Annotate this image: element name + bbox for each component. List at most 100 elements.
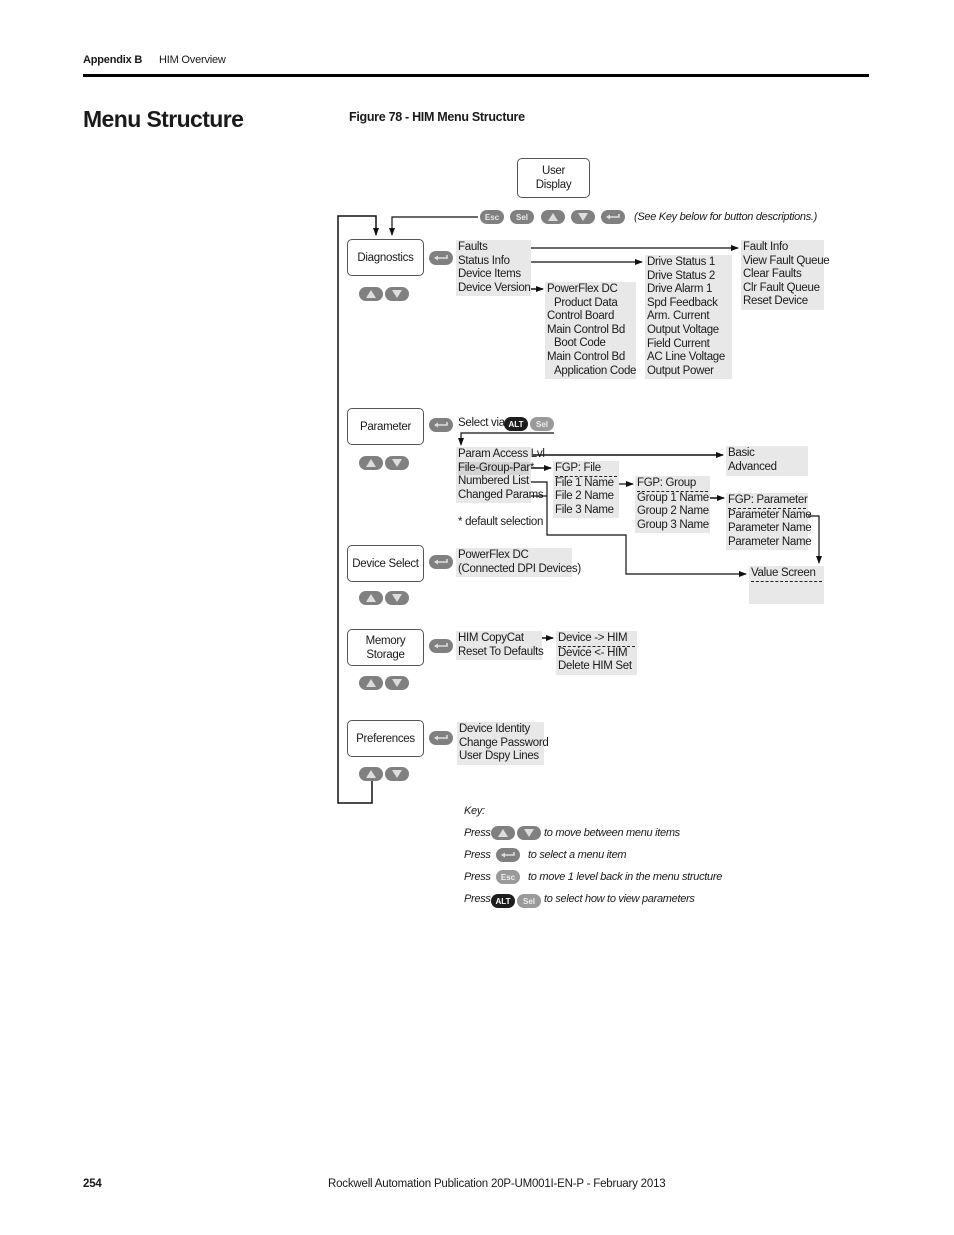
status-info-submenu: Drive Status 1 Drive Status 2 Drive Alar… (645, 255, 732, 380)
menu-item[interactable]: Param Access Lvl (458, 448, 545, 462)
menu-item[interactable]: Main Control Bd (547, 351, 634, 365)
menu-item[interactable]: Product Data (547, 297, 634, 311)
menu-item[interactable]: Device Version (458, 282, 531, 296)
menu-device-select[interactable]: Device Select (347, 545, 424, 582)
menu-item[interactable]: Group 3 Name (637, 519, 709, 533)
menu-item[interactable]: PowerFlex DC (458, 549, 570, 563)
parameter-up-button[interactable] (359, 456, 383, 470)
parameter-down-button[interactable] (385, 456, 409, 470)
key-down-button (517, 826, 541, 840)
diagnostics-up-button[interactable] (359, 287, 383, 301)
menu-item[interactable]: Output Voltage (647, 324, 730, 338)
menu-item[interactable]: Reset Device (743, 295, 822, 309)
esc-button[interactable]: Esc (480, 210, 504, 224)
menu-item[interactable]: Drive Alarm 1 (647, 283, 730, 297)
default-selection-note: * default selection (458, 516, 544, 528)
page-heading: Menu Structure (83, 106, 244, 132)
menu-item[interactable]: File-Group-Par* (458, 461, 534, 476)
menu-item[interactable]: Change Password (459, 737, 549, 751)
menu-item[interactable]: File 1 Name (555, 477, 617, 491)
menu-item[interactable]: Output Power (647, 365, 730, 379)
up-button[interactable] (541, 210, 565, 224)
menu-item[interactable]: Device Identity (459, 723, 542, 737)
menu-item[interactable]: Basic (728, 447, 806, 461)
menu-item[interactable]: Clear Faults (743, 268, 822, 282)
menu-item[interactable]: AC Line Voltage (647, 351, 730, 365)
memory-storage-down-button[interactable] (385, 676, 409, 690)
preferences-down-button[interactable] (385, 767, 409, 781)
user-display-box[interactable]: User Display (517, 158, 590, 198)
menu-preferences[interactable]: Preferences (347, 720, 424, 757)
menu-item[interactable]: Numbered List (458, 475, 529, 489)
menu-item[interactable]: Status Info (458, 255, 529, 269)
menu-parameter[interactable]: Parameter (347, 408, 424, 445)
menu-item[interactable]: Drive Status 1 (647, 256, 730, 270)
menu-item[interactable]: Parameter Name (728, 509, 812, 523)
memory-storage-enter-button[interactable] (429, 639, 453, 653)
menu-item[interactable]: Changed Params (458, 489, 544, 503)
menu-item[interactable]: Boot Code (547, 337, 634, 351)
menu-item[interactable]: Device <- HIM (558, 647, 635, 661)
enter-icon (501, 852, 515, 858)
menu-item[interactable]: Control Board (547, 310, 634, 324)
menu-item[interactable]: Device Items (458, 268, 529, 282)
menu-item[interactable]: Advanced (728, 461, 806, 475)
menu-item[interactable]: Delete HIM Set (558, 660, 635, 674)
preferences-enter-button[interactable] (429, 731, 453, 745)
parameter-enter-button[interactable] (429, 418, 453, 432)
key-esc-button: Esc (496, 870, 520, 884)
memory-storage-up-button[interactable] (359, 676, 383, 690)
up-arrow-icon (366, 594, 376, 602)
key-press-label: Press (464, 871, 491, 883)
user-display-line-1: User (541, 165, 566, 177)
device-select-enter-button[interactable] (429, 555, 453, 569)
menu-item[interactable]: (Connected DPI Devices) (458, 563, 581, 577)
device-select-down-button[interactable] (385, 591, 409, 605)
preferences-up-button[interactable] (359, 767, 383, 781)
menu-item[interactable]: Spd Feedback (647, 297, 730, 311)
menu-item[interactable]: Clr Fault Queue (743, 282, 822, 296)
menu-item[interactable]: PowerFlex DC (547, 283, 634, 297)
diagnostics-enter-button[interactable] (429, 251, 453, 265)
up-arrow-icon (366, 679, 376, 687)
menu-item[interactable]: Drive Status 2 (647, 270, 730, 284)
menu-diagnostics[interactable]: Diagnostics (347, 239, 424, 276)
down-button[interactable] (571, 210, 595, 224)
up-arrow-icon (366, 290, 376, 298)
down-arrow-icon (524, 829, 534, 837)
menu-item[interactable]: Fault Info (743, 241, 822, 255)
sel-button[interactable]: Sel (530, 417, 554, 431)
menu-item[interactable]: User Dspy Lines (459, 750, 542, 764)
menu-item[interactable]: Device -> HIM (558, 632, 635, 647)
menu-item[interactable]: Parameter Name (728, 522, 812, 536)
sel-button[interactable]: Sel (510, 210, 534, 224)
menu-item[interactable]: Field Current (647, 338, 730, 352)
menu-item[interactable]: Faults (458, 241, 529, 255)
menu-item[interactable]: Group 2 Name (637, 505, 709, 519)
menu-item[interactable]: Group 1 Name (637, 492, 709, 506)
memory-storage-items: HIM CopyCat Reset To Defaults (456, 631, 544, 661)
menu-item[interactable]: Application Code (547, 365, 636, 379)
alt-button[interactable]: ALT (504, 417, 528, 431)
menu-item[interactable]: Reset To Defaults (458, 646, 544, 660)
up-arrow-icon (498, 829, 508, 837)
enter-button[interactable] (601, 210, 625, 224)
menu-item[interactable]: File 3 Name (555, 504, 617, 518)
publication-info: Rockwell Automation Publication 20P-UM00… (328, 1178, 666, 1190)
menu-item[interactable]: Arm. Current (647, 310, 730, 324)
fgp-file-submenu: FGP: File File 1 Name File 2 Name File 3… (553, 461, 619, 519)
diagnostics-down-button[interactable] (385, 287, 409, 301)
menu-item[interactable]: Main Control Bd (547, 324, 634, 338)
menu-item[interactable]: HIM CopyCat (458, 632, 540, 646)
menu-item[interactable]: View Fault Queue (743, 255, 830, 269)
key-description: to move 1 level back in the menu structu… (528, 871, 723, 883)
submenu-title: FGP: Group (637, 477, 708, 492)
device-select-up-button[interactable] (359, 591, 383, 605)
menu-item[interactable]: File 2 Name (555, 490, 617, 504)
diagnostics-items: Faults Status Info Device Items Device V… (456, 240, 531, 297)
down-arrow-icon (392, 679, 402, 687)
down-arrow-icon (392, 594, 402, 602)
menu-memory-storage[interactable]: Memory Storage (347, 629, 424, 666)
fgp-group-submenu: FGP: Group Group 1 Name Group 2 Name Gro… (635, 476, 710, 534)
menu-item[interactable]: Parameter Name (728, 536, 812, 550)
